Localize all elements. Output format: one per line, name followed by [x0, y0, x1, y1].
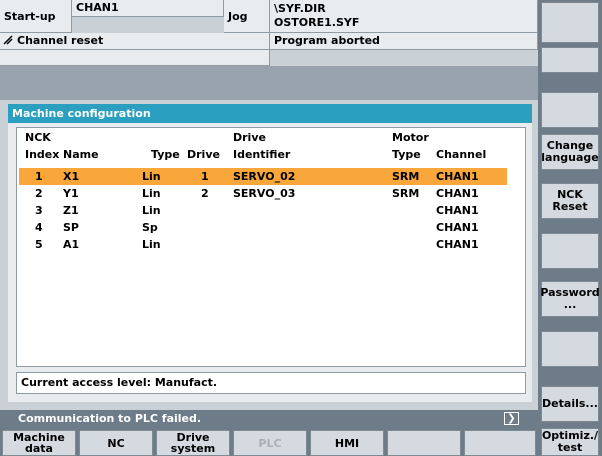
col-header-channel: Channel — [436, 148, 487, 161]
col-header-nck: NCK — [25, 131, 51, 144]
header-spacer — [0, 66, 538, 100]
hmi-button[interactable]: HMI — [310, 430, 384, 456]
change-language-button[interactable]: Change language — [541, 134, 599, 170]
col-header-drive: Drive — [187, 148, 220, 161]
table-row[interactable]: 5 A1 Lin CHAN1 — [19, 236, 507, 253]
op-mode-field: Jog — [224, 0, 270, 33]
col-header-index: Index — [25, 148, 60, 161]
nc-button[interactable]: NC — [79, 430, 153, 456]
channel-field: CHAN1 — [72, 0, 224, 17]
status-message: Communication to PLC failed. — [18, 412, 202, 425]
optimize-test-button[interactable]: Optimiz./ test — [541, 428, 599, 456]
chevron-right-icon[interactable]: ❯ — [504, 412, 519, 425]
col-header-type: Type — [151, 148, 180, 161]
table-row[interactable]: 3 Z1 Lin CHAN1 — [19, 202, 507, 219]
col-header-motor: Motor — [392, 131, 429, 144]
vsk-3-empty[interactable] — [541, 92, 599, 128]
alarm-line — [0, 50, 270, 66]
axis-table: NCK Drive Motor Index Name Type Drive Id… — [16, 127, 526, 367]
col-header-name: Name — [63, 148, 99, 161]
hsk-6-empty[interactable] — [387, 430, 461, 456]
password-button[interactable]: Password ... — [540, 281, 600, 317]
access-level-field: Current access level: Manufact. — [16, 372, 526, 394]
status-line: Communication to PLC failed. ❯ — [0, 410, 538, 428]
vsk-8-empty[interactable] — [541, 331, 599, 367]
table-row[interactable]: 4 SP Sp CHAN1 — [19, 219, 507, 236]
mode-field: Start-up — [0, 0, 72, 33]
col-header-motor-type: Type — [392, 148, 421, 161]
table-row[interactable]: 2 Y1 Lin 2 SERVO_03 SRM CHAN1 — [19, 185, 507, 202]
vsk-2-empty[interactable] — [541, 47, 599, 73]
table-row[interactable]: 1 X1 Lin 1 SERVO_02 SRM CHAN1 — [19, 168, 507, 185]
drive-system-button[interactable]: Drive system — [156, 430, 230, 456]
col-header-identifier: Identifier — [233, 148, 291, 161]
channel-state-field: Channel reset — [0, 33, 270, 50]
program-path-field: \SYF.DIR OSTORE1.SYF — [270, 0, 538, 33]
status-header: Start-up CHAN1 Jog \SYF.DIR OSTORE1.SYF … — [0, 0, 538, 66]
window-title: Machine configuration — [8, 104, 532, 123]
machine-data-button[interactable]: Machine data — [2, 430, 76, 456]
hsk-7-empty[interactable] — [464, 430, 536, 456]
details-button[interactable]: Details... — [541, 386, 599, 422]
vsk-1-empty[interactable] — [541, 2, 599, 43]
col-header-drive-group: Drive — [233, 131, 266, 144]
plc-button[interactable]: PLC — [233, 430, 307, 456]
reset-icon — [3, 34, 13, 45]
vsk-6-empty[interactable] — [541, 233, 599, 269]
program-state-field: Program aborted — [270, 33, 538, 50]
nck-reset-button[interactable]: NCK Reset — [541, 183, 599, 219]
machine-configuration-window: Machine configuration NCK Drive Motor In… — [8, 104, 532, 402]
